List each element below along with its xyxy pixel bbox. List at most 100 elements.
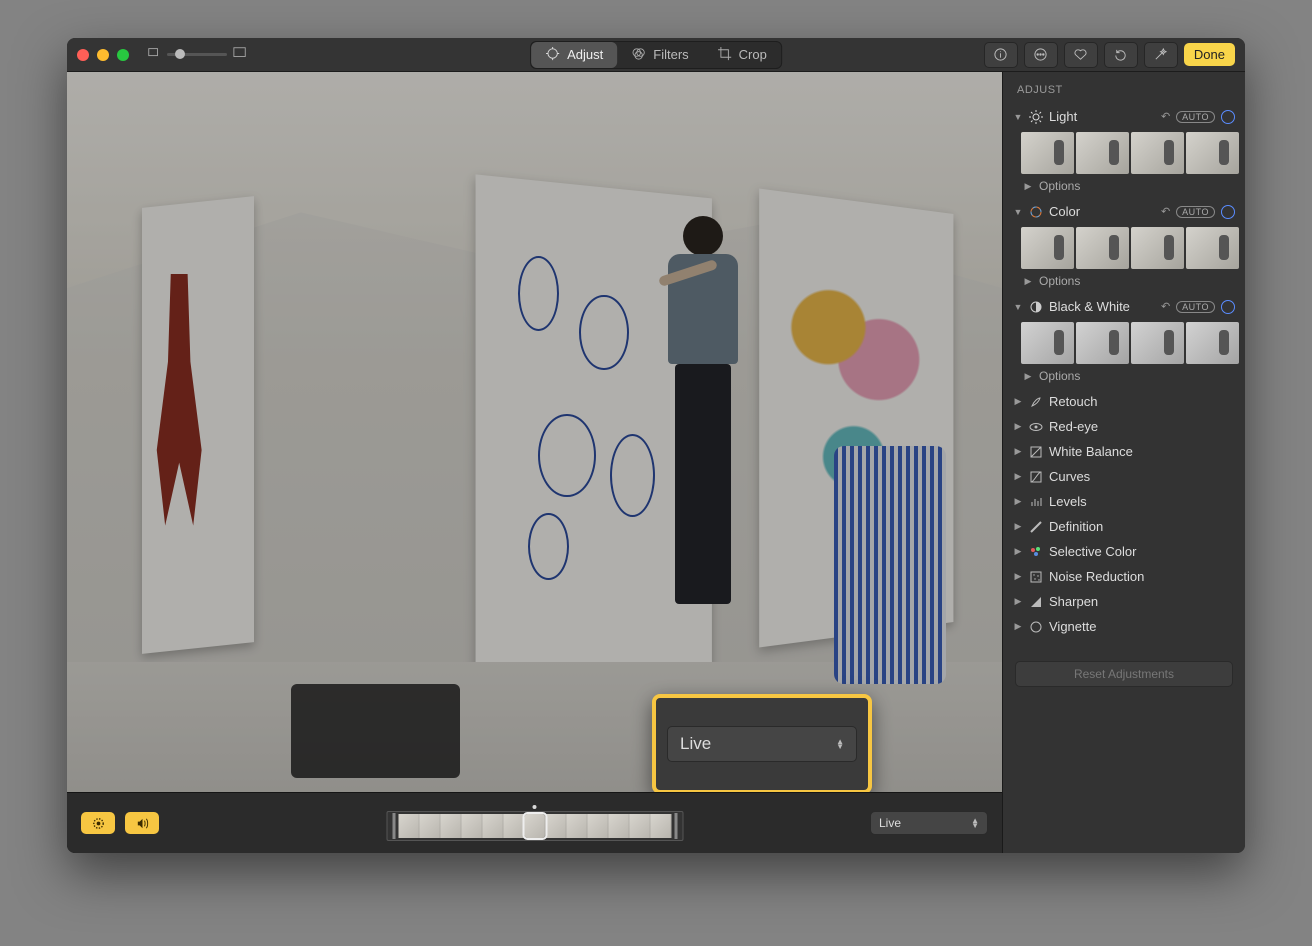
live-effect-dropdown[interactable]: Live ▲▼	[870, 811, 988, 835]
enable-ring-icon[interactable]	[1221, 205, 1235, 219]
thumb	[1076, 132, 1129, 174]
section-vignette-header[interactable]: ▶ Vignette	[1009, 616, 1239, 637]
section-light-label: Light	[1049, 109, 1155, 124]
filters-icon	[631, 46, 646, 64]
filmstrip-track[interactable]	[386, 811, 683, 841]
filmstrip-frame[interactable]	[398, 814, 419, 838]
filmstrip-frame[interactable]	[629, 814, 650, 838]
callout-live-dropdown[interactable]: Live ▲▼	[667, 726, 857, 762]
retouch-icon	[1029, 395, 1043, 409]
trim-handle-left[interactable]	[392, 813, 395, 839]
section-light-header[interactable]: ▼ Light ↶ AUTO	[1009, 106, 1239, 127]
color-thumbnail-slider[interactable]	[1009, 222, 1239, 272]
reset-adjustments-button[interactable]: Reset Adjustments	[1015, 661, 1233, 687]
tab-adjust[interactable]: Adjust	[531, 42, 617, 68]
disclosure-right-icon: ▶	[1013, 396, 1023, 407]
section-bw-header[interactable]: ▼ Black & White ↶ AUTO	[1009, 296, 1239, 317]
disclosure-right-icon: ▶	[1023, 371, 1033, 382]
section-vignette-label: Vignette	[1049, 619, 1235, 634]
section-levels-header[interactable]: ▶ Levels	[1009, 491, 1239, 512]
adjust-icon	[545, 46, 560, 64]
section-curves-header[interactable]: ▶ Curves	[1009, 466, 1239, 487]
more-button[interactable]	[1024, 42, 1058, 68]
adjust-sidebar: ADJUST ▼ Light ↶ AUTO	[1002, 72, 1245, 853]
auto-button[interactable]: AUTO	[1176, 111, 1215, 123]
filmstrip-frame[interactable]	[482, 814, 503, 838]
undo-icon[interactable]: ↶	[1161, 300, 1170, 313]
color-options-row[interactable]: ▶ Options	[1009, 272, 1239, 292]
editor-body: Live ▲▼	[67, 72, 1245, 853]
thumb	[1186, 227, 1239, 269]
enable-ring-icon[interactable]	[1221, 110, 1235, 124]
favorite-button[interactable]	[1064, 42, 1098, 68]
minimize-window-button[interactable]	[97, 49, 109, 61]
selective-color-icon	[1029, 545, 1043, 559]
zoom-slider-group	[147, 46, 247, 63]
section-retouch-header[interactable]: ▶ Retouch	[1009, 391, 1239, 412]
thumb	[1186, 132, 1239, 174]
section-wb-header[interactable]: ▶ White Balance	[1009, 441, 1239, 462]
auto-enhance-button[interactable]	[1144, 42, 1178, 68]
audio-toggle[interactable]	[125, 812, 159, 834]
filmstrip-frame[interactable]	[650, 814, 671, 838]
section-color-header[interactable]: ▼ Color ↶ AUTO	[1009, 201, 1239, 222]
fullscreen-window-button[interactable]	[117, 49, 129, 61]
disclosure-right-icon: ▶	[1013, 571, 1023, 582]
live-photo-toggle[interactable]	[81, 812, 115, 834]
tab-crop[interactable]: Crop	[703, 42, 781, 68]
select-arrows-icon: ▲▼	[836, 739, 844, 749]
toolbar-right: Done	[984, 42, 1235, 68]
section-selcolor-header[interactable]: ▶ Selective Color	[1009, 541, 1239, 562]
done-button[interactable]: Done	[1184, 43, 1235, 66]
light-options-row[interactable]: ▶ Options	[1009, 177, 1239, 197]
vignette-icon	[1029, 620, 1043, 634]
filmstrip-frame[interactable]	[608, 814, 629, 838]
close-window-button[interactable]	[77, 49, 89, 61]
trim-handle-right[interactable]	[674, 813, 677, 839]
auto-button[interactable]: AUTO	[1176, 206, 1215, 218]
info-button[interactable]	[984, 42, 1018, 68]
filmstrip-frame[interactable]	[461, 814, 482, 838]
disclosure-down-icon: ▼	[1013, 207, 1023, 217]
disclosure-right-icon: ▶	[1023, 276, 1033, 287]
disclosure-right-icon: ▶	[1013, 546, 1023, 557]
section-noise-label: Noise Reduction	[1049, 569, 1235, 584]
bw-thumbnail-slider[interactable]	[1009, 317, 1239, 367]
noise-icon	[1029, 570, 1043, 584]
section-redeye-header[interactable]: ▶ Red-eye	[1009, 416, 1239, 437]
tab-filters[interactable]: Filters	[617, 42, 702, 68]
key-frame-filmstrip[interactable]	[386, 805, 683, 841]
section-curves-label: Curves	[1049, 469, 1235, 484]
light-thumbnail-slider[interactable]	[1009, 127, 1239, 177]
section-levels-label: Levels	[1049, 494, 1235, 509]
bw-options-row[interactable]: ▶ Options	[1009, 367, 1239, 387]
filmstrip-frame[interactable]	[566, 814, 587, 838]
filmstrip-frame[interactable]	[503, 814, 524, 838]
thumb	[1076, 227, 1129, 269]
disclosure-down-icon: ▼	[1013, 112, 1023, 122]
undo-icon[interactable]: ↶	[1161, 205, 1170, 218]
zoom-in-icon	[233, 46, 247, 63]
filmstrip-frame[interactable]	[440, 814, 461, 838]
disclosure-right-icon: ▶	[1013, 471, 1023, 482]
tab-adjust-label: Adjust	[567, 47, 603, 62]
enable-ring-icon[interactable]	[1221, 300, 1235, 314]
filmstrip-frame[interactable]	[419, 814, 440, 838]
auto-button[interactable]: AUTO	[1176, 301, 1215, 313]
undo-icon[interactable]: ↶	[1161, 110, 1170, 123]
callout-dropdown-value: Live	[680, 734, 711, 754]
section-sharpen-header[interactable]: ▶ Sharpen	[1009, 591, 1239, 612]
rotate-button[interactable]	[1104, 42, 1138, 68]
thumb	[1021, 322, 1074, 364]
section-definition-header[interactable]: ▶ Definition	[1009, 516, 1239, 537]
zoom-slider[interactable]	[167, 53, 227, 56]
window-controls	[77, 49, 129, 61]
color-icon	[1029, 205, 1043, 219]
section-noise-header[interactable]: ▶ Noise Reduction	[1009, 566, 1239, 587]
thumb	[1021, 132, 1074, 174]
filmstrip-frame[interactable]	[587, 814, 608, 838]
filmstrip-frame[interactable]	[545, 814, 566, 838]
filmstrip-frame-selected[interactable]	[524, 814, 545, 838]
photo-canvas[interactable]: Live ▲▼	[67, 72, 1002, 792]
curves-icon	[1029, 470, 1043, 484]
